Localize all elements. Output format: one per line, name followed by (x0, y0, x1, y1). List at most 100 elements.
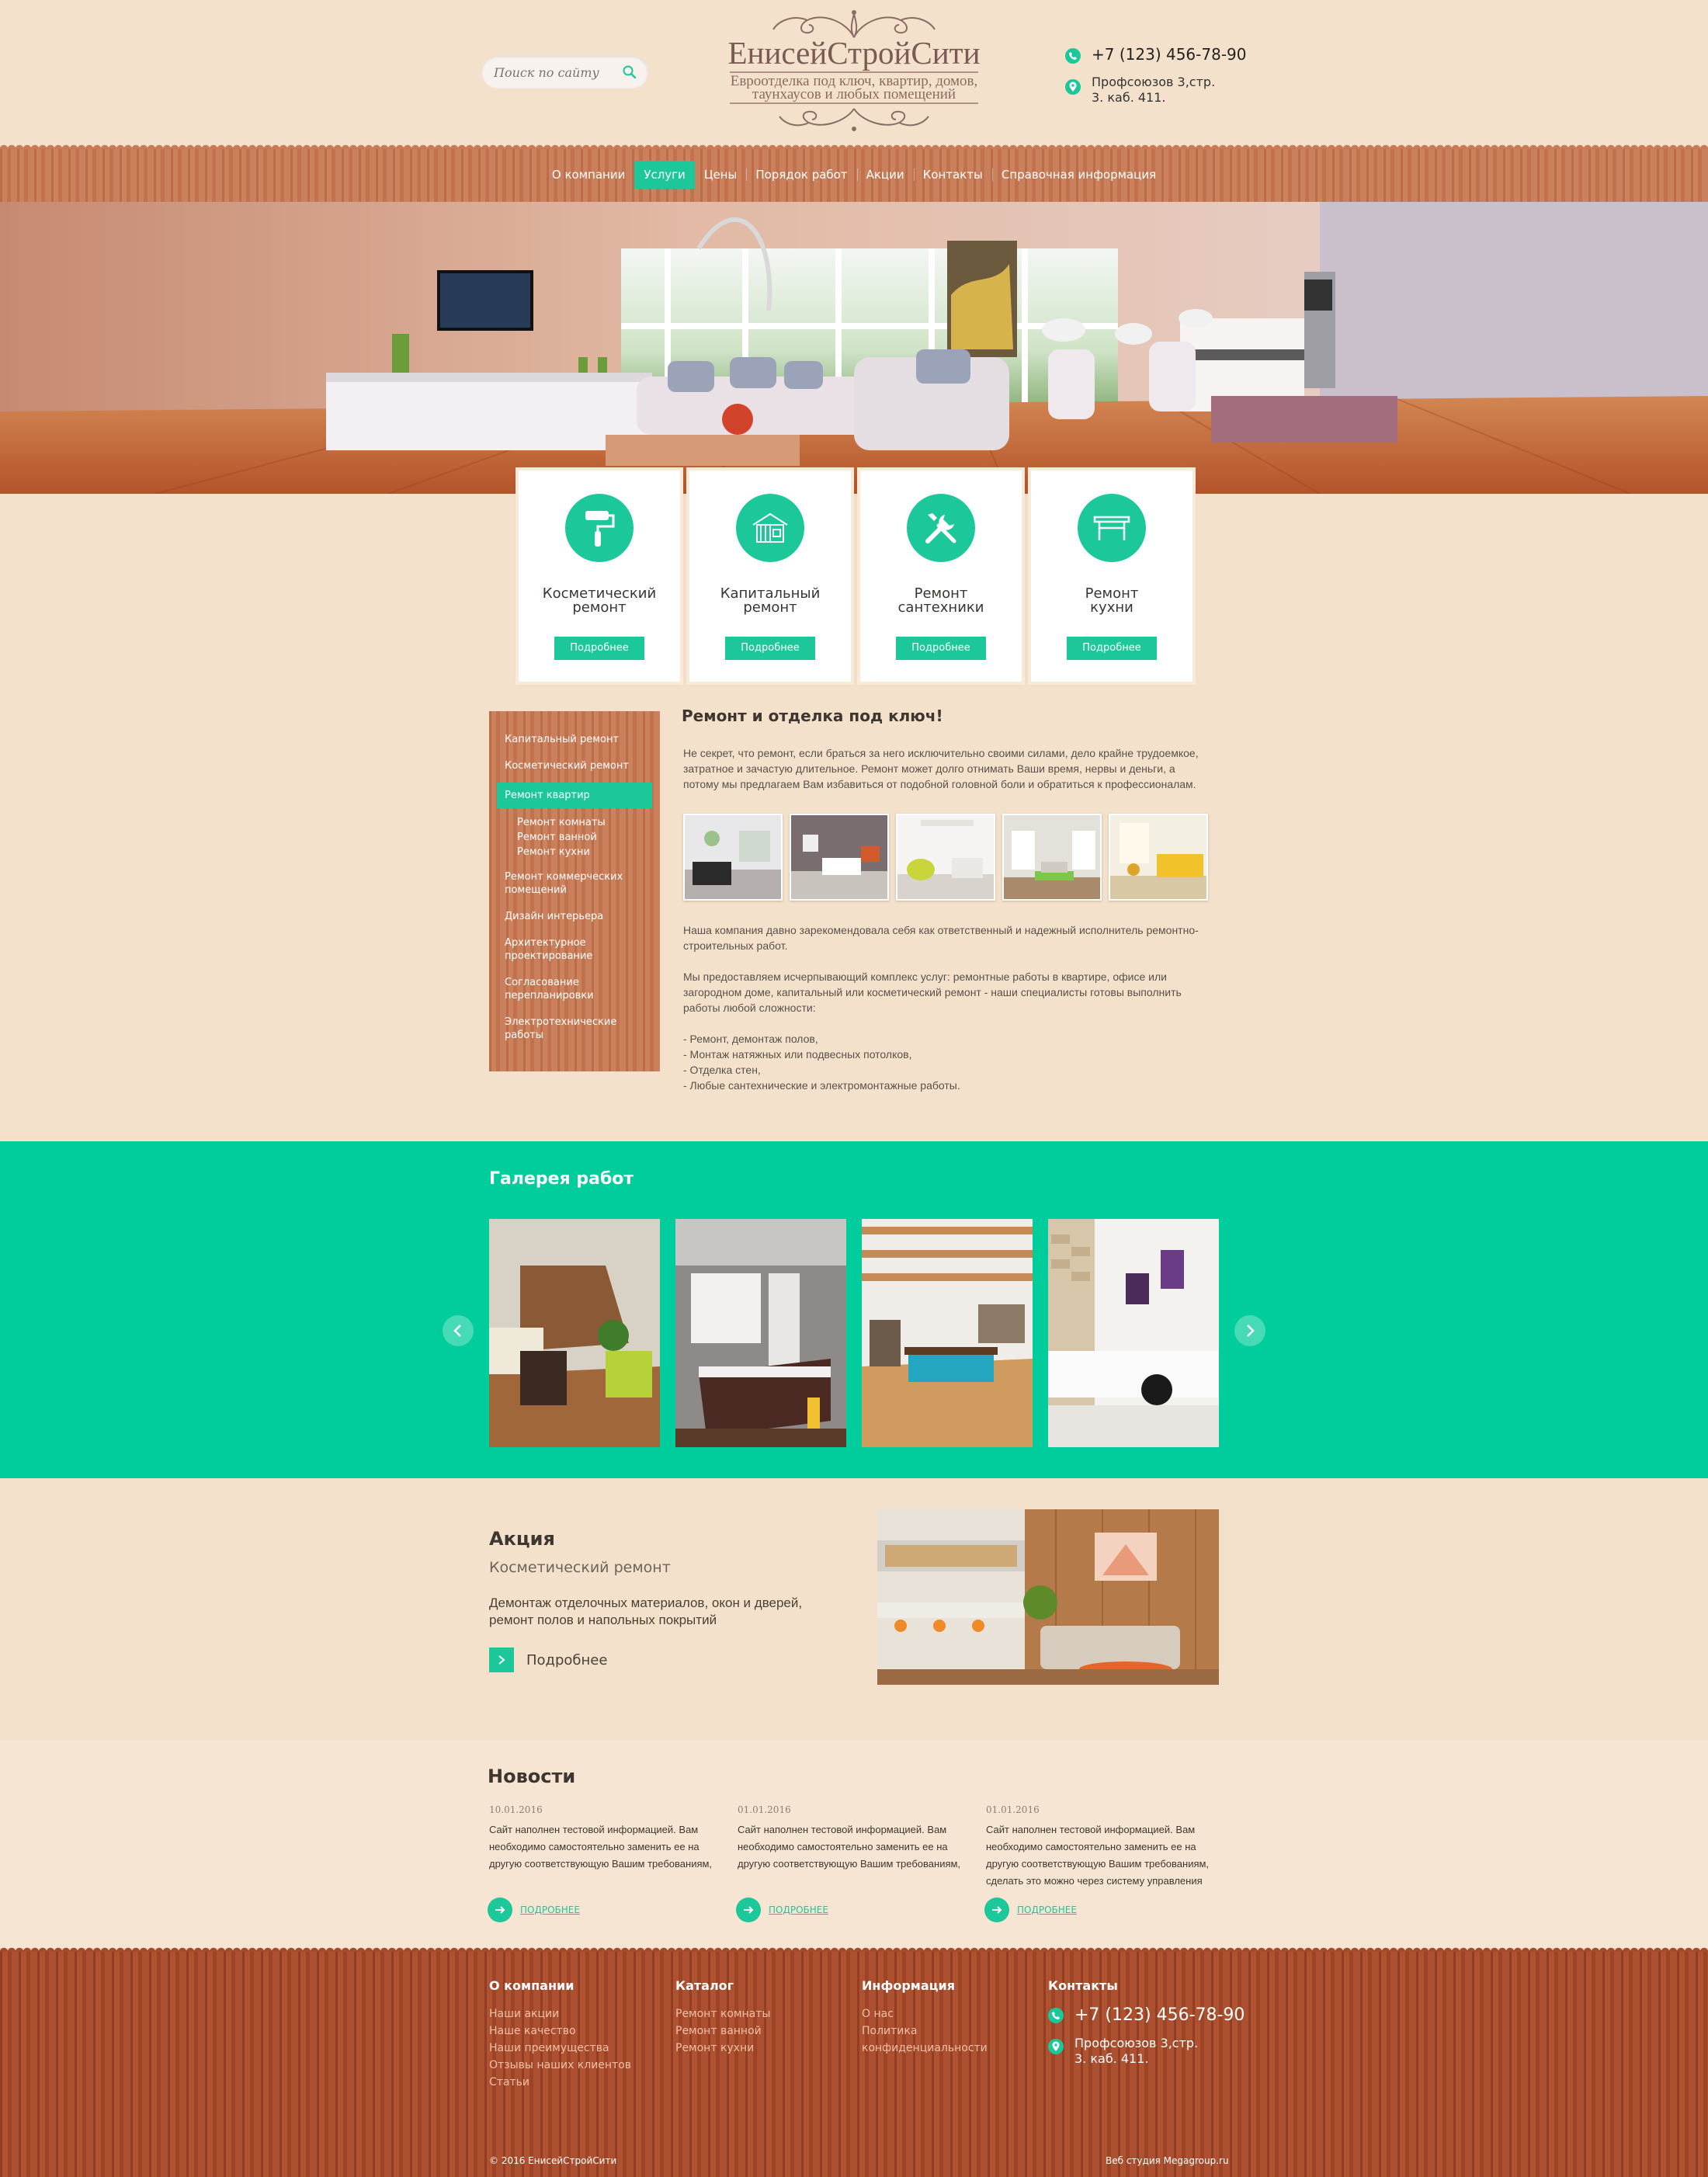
footer-link[interactable]: Отзывы наших клиентов (489, 2057, 631, 2074)
sidebar-item-apartment-repair[interactable]: Ремонт квартир (497, 783, 652, 808)
location-pin-icon (1048, 2039, 1064, 2054)
table-icon (1078, 494, 1146, 562)
gallery-next-button[interactable] (1234, 1315, 1265, 1346)
sidebar-item-capital-repair[interactable]: Капитальный ремонт (489, 730, 660, 749)
nav-item-promotions[interactable]: Акции (856, 161, 914, 189)
sidebar-item-commercial[interactable]: Ремонт коммерческих помещений (489, 867, 660, 900)
news-date: 10.01.2016 (489, 1804, 543, 1815)
arrow-right-icon (489, 1648, 514, 1672)
search-box[interactable] (481, 56, 648, 89)
footer-link[interactable]: Наше качество (489, 2022, 631, 2040)
nav-item-about[interactable]: О компании (543, 161, 634, 189)
header-phone-number[interactable]: +7 (123) 456-78-90 (1092, 45, 1246, 64)
nav-item-services[interactable]: Услуги (634, 161, 695, 189)
news-title: Новости (488, 1766, 576, 1787)
service-more-button[interactable]: Подробнее (554, 637, 644, 660)
services-list-item: - Любые сантехнические и электромонтажны… (683, 1079, 960, 1092)
footer-column-title: О компании (489, 1978, 575, 1993)
service-more-button[interactable]: Подробнее (896, 637, 986, 660)
footer-link[interactable]: Ремонт кухни (675, 2040, 770, 2057)
thumbnail-image[interactable] (790, 814, 889, 901)
thumbnail-strip (683, 814, 1210, 901)
intro-paragraph: Не секрет, что ремонт, если браться за н… (683, 747, 1199, 790)
nav-item-reference[interactable]: Справочная информация (991, 161, 1165, 189)
footer-column-title: Каталог (675, 1978, 734, 1993)
gallery-image[interactable] (1048, 1219, 1219, 1447)
search-icon[interactable] (622, 64, 637, 80)
phone-icon (1048, 2007, 1064, 2023)
sidebar-item-electrical[interactable]: Электротехнические работы (489, 1012, 660, 1045)
thumbnail-image[interactable] (683, 814, 783, 901)
news-more-label[interactable]: ПОДРОБНЕЕ (769, 1904, 828, 1915)
news-more-label[interactable]: ПОДРОБНЕЕ (520, 1904, 580, 1915)
page-title: Ремонт и отделка под ключ! (682, 707, 943, 725)
service-more-button[interactable]: Подробнее (725, 637, 815, 660)
promo-title: Акция (489, 1528, 555, 1550)
news-item: 10.01.2016 Сайт наполнен тестовой информ… (488, 1804, 720, 1922)
news-more-link[interactable]: ПОДРОБНЕЕ (736, 1897, 969, 1922)
thumbnail-image[interactable] (1109, 814, 1208, 901)
header-address: Профсоюзов 3,стр. 3. каб. 411. (1065, 75, 1216, 106)
logo-divider-bottom (730, 102, 978, 104)
news-item: 01.01.2016 Сайт наполнен тестовой информ… (984, 1804, 1217, 1922)
footer-link[interactable]: Наши преимущества (489, 2040, 631, 2057)
sidebar-subitem-kitchen[interactable]: Ремонт кухни (489, 845, 660, 859)
services-list-item: - Монтаж натяжных или подвесных потолков… (683, 1048, 912, 1061)
header-phone[interactable]: +7 (123) 456-78-90 (1065, 45, 1246, 64)
footer-link[interactable]: конфиденциальности (862, 2040, 988, 2057)
sidebar-subitem-bathroom[interactable]: Ремонт ванной (489, 830, 660, 845)
header-address-text: Профсоюзов 3,стр. 3. каб. 411. (1092, 75, 1216, 105)
news-more-link[interactable]: ПОДРОБНЕЕ (984, 1897, 1217, 1922)
service-more-button[interactable]: Подробнее (1067, 637, 1157, 660)
logo[interactable]: ЕнисейСтройСити Евроотделка под ключ, кв… (722, 6, 986, 143)
footer-link[interactable]: Ремонт ванной (675, 2022, 770, 2040)
thumbnail-image[interactable] (1002, 814, 1102, 901)
news-more-link[interactable]: ПОДРОБНЕЕ (488, 1897, 720, 1922)
sidebar-item-replanning[interactable]: Согласование перепланировки (489, 973, 660, 1005)
sidebar-item-architecture[interactable]: Архитектурное проектирование (489, 933, 660, 966)
arrow-right-icon (736, 1897, 761, 1922)
news-text: Сайт наполнен тестовой информацией. Вам … (489, 1824, 713, 1870)
company-paragraph: Наша компания давно зарекомендовала себя… (683, 924, 1199, 952)
main-navigation: О компании Услуги Цены Порядок работ Акц… (0, 143, 1708, 202)
promo-more-link[interactable]: Подробнее (489, 1648, 607, 1672)
gallery-image[interactable] (489, 1219, 660, 1447)
footer-column-catalog: Каталог Ремонт комнаты Ремонт ванной Рем… (675, 1978, 770, 2057)
footer-link[interactable]: Наши акции (489, 2005, 631, 2022)
promo-description: Демонтаж отделочных материалов, окон и д… (489, 1595, 803, 1627)
footer-link[interactable]: О нас (862, 2005, 988, 2022)
promo-more-label[interactable]: Подробнее (526, 1652, 607, 1668)
sidebar-item-cosmetic-repair[interactable]: Косметический ремонт (489, 756, 660, 776)
service-title-line2: ремонт (572, 599, 627, 616)
nav-item-workflow[interactable]: Порядок работ (746, 161, 856, 189)
news-more-label[interactable]: ПОДРОБНЕЕ (1017, 1904, 1077, 1915)
footer-link[interactable]: Статьи (489, 2074, 631, 2091)
arrow-right-icon (488, 1897, 512, 1922)
footer-link[interactable]: Ремонт комнаты (675, 2005, 770, 2022)
footer: О компании Наши акции Наше качество Наши… (0, 1946, 1708, 2177)
footer-column-title: Информация (862, 1978, 955, 1993)
gallery-section: Галерея работ (0, 1141, 1708, 1478)
service-card-kitchen: Ремонт кухни Подробнее (1031, 470, 1192, 682)
gallery-image[interactable] (675, 1219, 846, 1447)
news-text: Сайт наполнен тестовой информацией. Вам … (986, 1824, 1210, 1887)
footer-column-title: Контакты (1048, 1978, 1118, 1993)
gallery-image[interactable] (862, 1219, 1033, 1447)
search-input[interactable] (494, 64, 610, 80)
chevron-left-icon (453, 1325, 461, 1337)
nav-item-contacts[interactable]: Контакты (913, 161, 992, 189)
sidebar-item-interior-design[interactable]: Дизайн интерьера (489, 907, 660, 926)
footer-link[interactable]: Политика (862, 2022, 988, 2040)
sidebar-subitem-room[interactable]: Ремонт комнаты (489, 815, 660, 830)
gallery-prev-button[interactable] (443, 1315, 474, 1346)
footer-phone[interactable]: +7 (123) 456-78-90 (1048, 2005, 1245, 2025)
tools-icon (907, 494, 975, 562)
nav-item-prices[interactable]: Цены (695, 161, 747, 189)
services-paragraph: Мы предоставляем исчерпывающий комплекс … (683, 970, 1182, 1014)
studio-link[interactable]: Веб студия Megagroup.ru (1106, 2155, 1229, 2166)
service-title-line2: сантехники (897, 599, 984, 616)
footer-phone-number[interactable]: +7 (123) 456-78-90 (1074, 2005, 1245, 2025)
arrow-right-icon (984, 1897, 1009, 1922)
thumbnail-image[interactable] (896, 814, 995, 901)
promo-image (877, 1509, 1219, 1685)
